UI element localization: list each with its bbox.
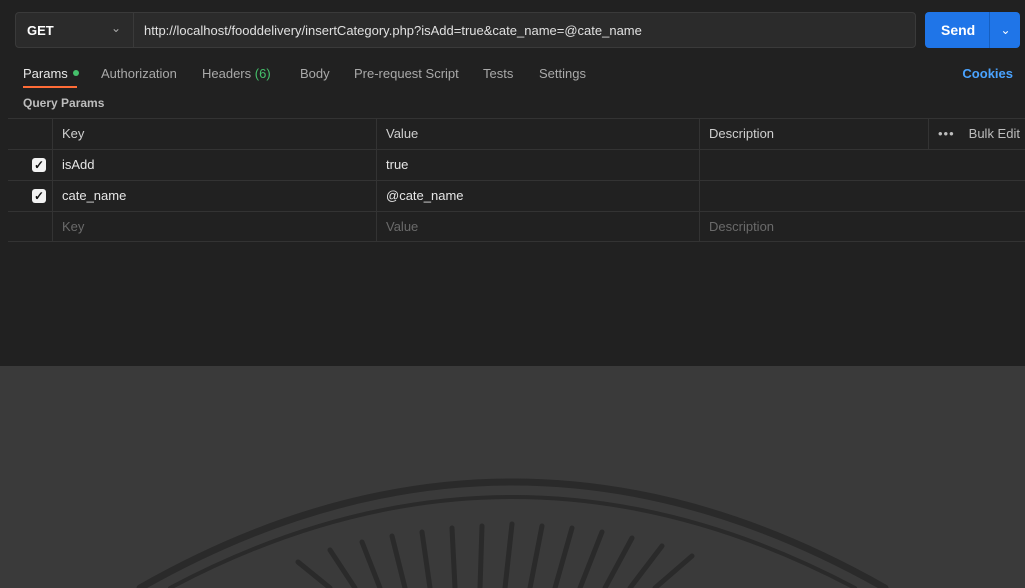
- tab-params[interactable]: Params: [23, 66, 79, 81]
- checkbox[interactable]: ✓: [32, 158, 46, 172]
- param-value[interactable]: @cate_name: [386, 181, 464, 211]
- value-placeholder[interactable]: Value: [386, 212, 418, 242]
- table-row: ✓ cate_name @cate_name: [8, 180, 1025, 211]
- params-active-dot-icon: [72, 70, 79, 76]
- checkbox[interactable]: ✓: [32, 189, 46, 203]
- method-label: GET: [27, 23, 54, 38]
- param-value[interactable]: true: [386, 150, 408, 180]
- tab-pre-request-script[interactable]: Pre-request Script: [354, 66, 459, 81]
- bulk-edit-button[interactable]: ••• Bulk Edit: [938, 119, 1020, 149]
- response-illustration-icon: [136, 478, 889, 588]
- tab-tests[interactable]: Tests: [483, 66, 513, 81]
- url-input[interactable]: http://localhost/fooddelivery/insertCate…: [144, 23, 642, 38]
- method-select[interactable]: GET ⌄: [16, 13, 134, 47]
- key-placeholder[interactable]: Key: [62, 212, 84, 242]
- tab-authorization[interactable]: Authorization: [101, 66, 177, 81]
- send-options-chevron-icon[interactable]: ⌄: [989, 12, 1021, 48]
- more-icon[interactable]: •••: [938, 126, 955, 141]
- param-key[interactable]: cate_name: [62, 181, 126, 211]
- column-value: Value: [386, 126, 419, 141]
- headers-count: (6): [254, 66, 271, 81]
- request-tabs: Params Authorization Headers (6) Body Pr…: [0, 58, 1025, 90]
- param-key[interactable]: isAdd: [62, 150, 95, 180]
- send-label: Send: [941, 22, 976, 38]
- tab-headers[interactable]: Headers (6): [202, 66, 271, 81]
- table-header: Key Value Description ••• Bulk Edit: [8, 118, 1025, 149]
- chevron-down-icon: ⌄: [111, 21, 122, 35]
- table-row-empty: Key Value Description: [8, 211, 1025, 242]
- tab-settings[interactable]: Settings: [539, 66, 586, 81]
- url-bar: GET ⌄ http://localhost/fooddelivery/inse…: [15, 12, 916, 48]
- table-row: ✓ isAdd true: [8, 149, 1025, 180]
- tab-body[interactable]: Body: [300, 66, 330, 81]
- description-placeholder[interactable]: Description: [709, 212, 774, 242]
- query-params-title: Query Params: [23, 96, 105, 110]
- column-description: Description: [709, 126, 775, 141]
- response-area: [0, 366, 1025, 588]
- column-key: Key: [62, 126, 85, 141]
- cookies-link[interactable]: Cookies: [962, 66, 1013, 81]
- send-button[interactable]: Send ⌄: [925, 12, 1020, 48]
- active-tab-underline: [23, 86, 77, 88]
